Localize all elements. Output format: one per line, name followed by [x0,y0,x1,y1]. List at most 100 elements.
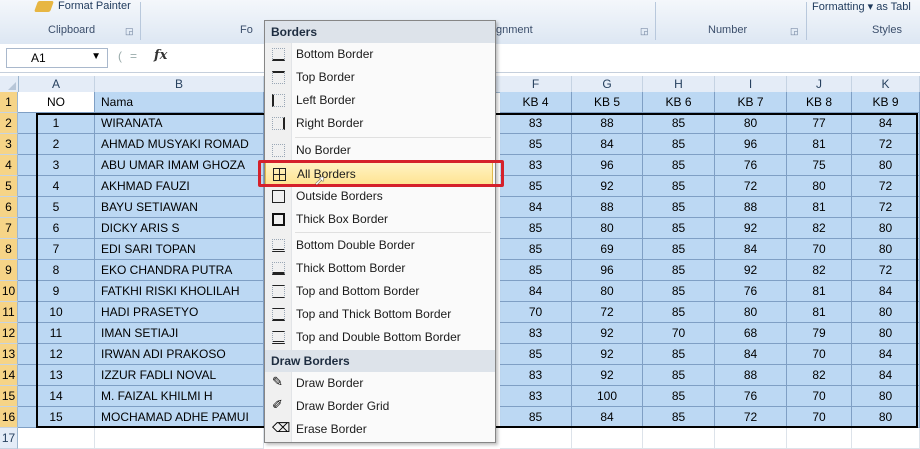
cell-nama[interactable]: AHMAD MUSYAKI ROMAD [95,134,264,155]
cell-no[interactable]: 2 [18,134,95,155]
empty-cell[interactable] [715,428,787,449]
cell-f[interactable]: 70 [500,302,572,323]
cell-j[interactable]: 75 [787,155,852,176]
cell-no[interactable]: 15 [18,407,95,428]
header-cell-no[interactable]: NO [18,92,95,113]
empty-cell[interactable] [18,428,95,449]
cell-f[interactable]: 83 [500,155,572,176]
cell-g[interactable]: 72 [572,302,643,323]
cell-no[interactable]: 8 [18,260,95,281]
cell-i[interactable]: 88 [715,197,787,218]
cancel-edit-icon[interactable]: ( [118,49,122,63]
cell-f[interactable]: 83 [500,113,572,134]
cell-nama[interactable]: EDI SARI TOPAN [95,239,264,260]
cell-nama[interactable]: HADI PRASETYO [95,302,264,323]
cell-nama[interactable]: IZZUR FADLI NOVAL [95,365,264,386]
cell-f[interactable]: 85 [500,176,572,197]
cell-i[interactable]: 76 [715,155,787,176]
cell-k[interactable]: 84 [852,113,920,134]
cell-f[interactable]: 85 [500,134,572,155]
cell-h[interactable]: 85 [643,365,715,386]
cell-k[interactable]: 80 [852,407,920,428]
cell-g[interactable]: 80 [572,281,643,302]
cell-h[interactable]: 85 [643,281,715,302]
cell-g[interactable]: 80 [572,218,643,239]
number-launcher-icon[interactable]: ◲ [790,27,799,36]
cell-j[interactable]: 79 [787,323,852,344]
header-cell-h[interactable]: KB 6 [643,92,715,113]
cell-g[interactable]: 92 [572,365,643,386]
cell-nama[interactable]: AKHMAD FAUZI [95,176,264,197]
cell-j[interactable]: 82 [787,218,852,239]
cell-k[interactable]: 84 [852,281,920,302]
cell-j[interactable]: 81 [787,197,852,218]
cell-nama[interactable]: M. FAIZAL KHILMI H [95,386,264,407]
cell-g[interactable]: 92 [572,323,643,344]
cell-nama[interactable]: MOCHAMAD ADHE PAMUI [95,407,264,428]
cell-i[interactable]: 80 [715,302,787,323]
cell-no[interactable]: 12 [18,344,95,365]
cell-k[interactable]: 84 [852,365,920,386]
cell-no[interactable]: 6 [18,218,95,239]
cell-nama[interactable]: DICKY ARIS S [95,218,264,239]
cell-nama[interactable]: IMAN SETIAJI [95,323,264,344]
cell-f[interactable]: 85 [500,218,572,239]
cell-h[interactable]: 85 [643,197,715,218]
cell-j[interactable]: 70 [787,239,852,260]
column-header-f[interactable]: F [500,76,572,92]
cell-g[interactable]: 92 [572,176,643,197]
cell-f[interactable]: 83 [500,365,572,386]
row-header-4[interactable]: 4 [0,155,18,176]
cell-h[interactable]: 85 [643,218,715,239]
cell-j[interactable]: 82 [787,260,852,281]
row-header-16[interactable]: 16 [0,407,18,428]
cell-g[interactable]: 100 [572,386,643,407]
cell-i[interactable]: 76 [715,386,787,407]
cell-k[interactable]: 80 [852,386,920,407]
empty-cell[interactable] [643,428,715,449]
header-cell-nama[interactable]: Nama [95,92,264,113]
cell-k[interactable]: 84 [852,344,920,365]
header-cell-g[interactable]: KB 5 [572,92,643,113]
cell-j[interactable]: 77 [787,113,852,134]
row-header-15[interactable]: 15 [0,386,18,407]
menu-item-top-double-bottom-border[interactable]: Top and Double Bottom Border [265,326,493,349]
row-header-13[interactable]: 13 [0,344,18,365]
cell-k[interactable]: 80 [852,323,920,344]
empty-cell[interactable] [95,428,264,449]
confirm-edit-icon[interactable]: = [130,49,137,63]
cell-j[interactable]: 80 [787,176,852,197]
cell-no[interactable]: 14 [18,386,95,407]
cell-i[interactable]: 92 [715,218,787,239]
format-as-table-button[interactable]: Formatting ▾ as Tabl [812,0,920,16]
row-header-17[interactable]: 17 [0,428,18,449]
cell-i[interactable]: 92 [715,260,787,281]
cell-nama[interactable]: FATKHI RISKI KHOLILAH [95,281,264,302]
cell-g[interactable]: 84 [572,134,643,155]
cell-i[interactable]: 68 [715,323,787,344]
row-header-1[interactable]: 1 [0,92,18,113]
cell-k[interactable]: 72 [852,134,920,155]
cell-j[interactable]: 81 [787,134,852,155]
cell-i[interactable]: 80 [715,113,787,134]
cell-j[interactable]: 70 [787,407,852,428]
menu-item-no-border[interactable]: No Border [265,139,493,162]
cell-no[interactable]: 13 [18,365,95,386]
menu-item-draw-border[interactable]: ✎ Draw Border [265,372,493,395]
cell-j[interactable]: 70 [787,386,852,407]
header-cell-k[interactable]: KB 9 [852,92,920,113]
row-header-5[interactable]: 5 [0,176,18,197]
column-header-k[interactable]: K [852,76,920,92]
cell-no[interactable]: 10 [18,302,95,323]
cell-j[interactable]: 70 [787,344,852,365]
select-all-corner[interactable] [0,76,19,92]
cell-h[interactable]: 85 [643,386,715,407]
cell-h[interactable]: 85 [643,155,715,176]
menu-item-bottom-border[interactable]: Bottom Border [265,43,493,66]
column-header-h[interactable]: H [643,76,715,92]
cell-g[interactable]: 96 [572,260,643,281]
cell-f[interactable]: 84 [500,197,572,218]
menu-item-top-bottom-border[interactable]: Top and Bottom Border [265,280,493,303]
menu-item-thick-box-border[interactable]: Thick Box Border [265,208,493,231]
cell-i[interactable]: 84 [715,239,787,260]
